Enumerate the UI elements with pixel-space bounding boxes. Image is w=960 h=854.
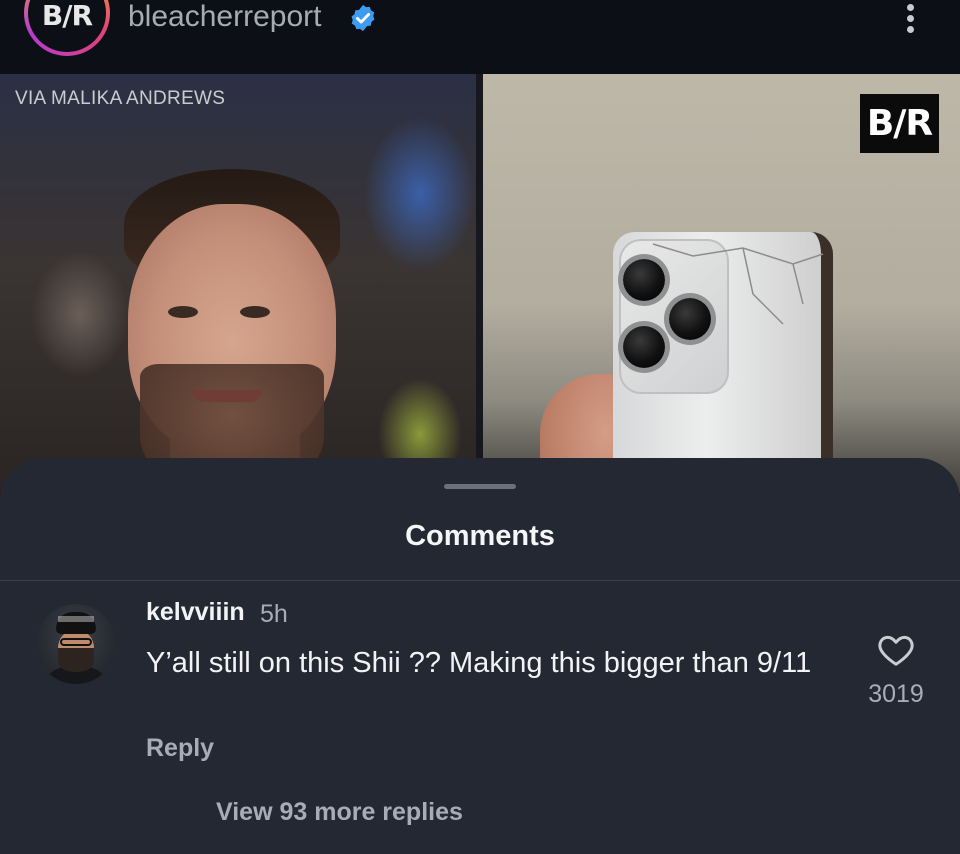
right-eye [240, 306, 270, 318]
mouth [192, 390, 262, 402]
screen-crack [652, 243, 824, 325]
account-handle[interactable]: bleacherreport [128, 0, 321, 34]
avatar-glasses [60, 638, 92, 646]
drag-handle[interactable] [444, 484, 516, 489]
comment-username[interactable]: kelvviiin [146, 598, 245, 627]
left-eye [168, 306, 198, 318]
comments-sheet: Comments kelvviiin 5h Y’all still on thi… [0, 458, 960, 854]
br-logo: B/R [41, 0, 93, 32]
image-divider [476, 74, 483, 494]
comment-timestamp: 5h [260, 600, 288, 628]
like-count: 3019 [868, 680, 924, 708]
post-header: B/R bleacherreport [0, 0, 960, 74]
reply-button[interactable]: Reply [146, 734, 214, 763]
avatar-cap-logo [58, 616, 94, 622]
profile-avatar[interactable]: B/R [24, 0, 110, 56]
player-photo: VIA MALIKA ANDREWS [0, 74, 476, 494]
post-media: VIA MALIKA ANDREWS B/R [0, 74, 960, 494]
comment-text: Y’all still on this Shii ?? Making this … [146, 647, 812, 679]
commenter-avatar[interactable] [36, 604, 116, 684]
br-badge-logo: B/R [860, 94, 939, 153]
sheet-title: Comments [405, 520, 555, 552]
heart-icon[interactable] [876, 630, 916, 670]
avatar-beard [58, 648, 94, 672]
view-more-replies-button[interactable]: View 93 more replies [216, 798, 463, 827]
avatar-inner: B/R [28, 0, 106, 52]
more-options-icon[interactable] [896, 0, 924, 40]
via-credit: VIA MALIKA ANDREWS [15, 88, 226, 109]
verified-badge-icon [351, 4, 375, 32]
divider [0, 580, 960, 581]
